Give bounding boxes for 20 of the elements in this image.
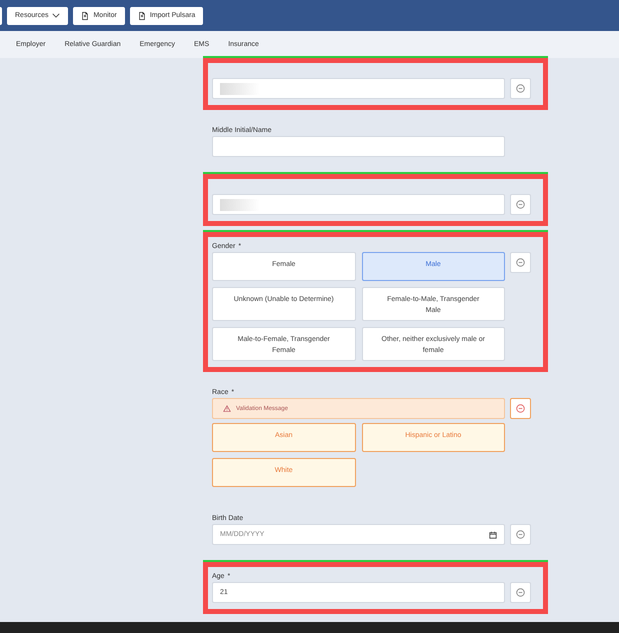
document-icon (81, 12, 90, 20)
minus-circle-icon (516, 530, 525, 539)
minus-circle-icon (516, 258, 525, 267)
document-icon (138, 12, 146, 20)
minus-circle-icon (516, 404, 525, 413)
calendar-icon (489, 530, 497, 538)
input-field[interactable] (212, 136, 505, 157)
caret-icon (52, 13, 60, 18)
remove-button[interactable] (510, 582, 531, 603)
remove-button[interactable] (510, 194, 531, 215)
remove-button[interactable] (510, 78, 531, 99)
remove-button[interactable] (510, 398, 531, 419)
remove-button[interactable] (510, 252, 531, 273)
minus-circle-icon (516, 84, 525, 93)
minus-circle-icon (516, 200, 525, 209)
minus-circle-icon (516, 588, 525, 597)
input-field[interactable] (212, 194, 505, 215)
warning-icon (223, 405, 231, 412)
remove-button[interactable] (510, 524, 531, 545)
input-field[interactable] (212, 78, 505, 99)
